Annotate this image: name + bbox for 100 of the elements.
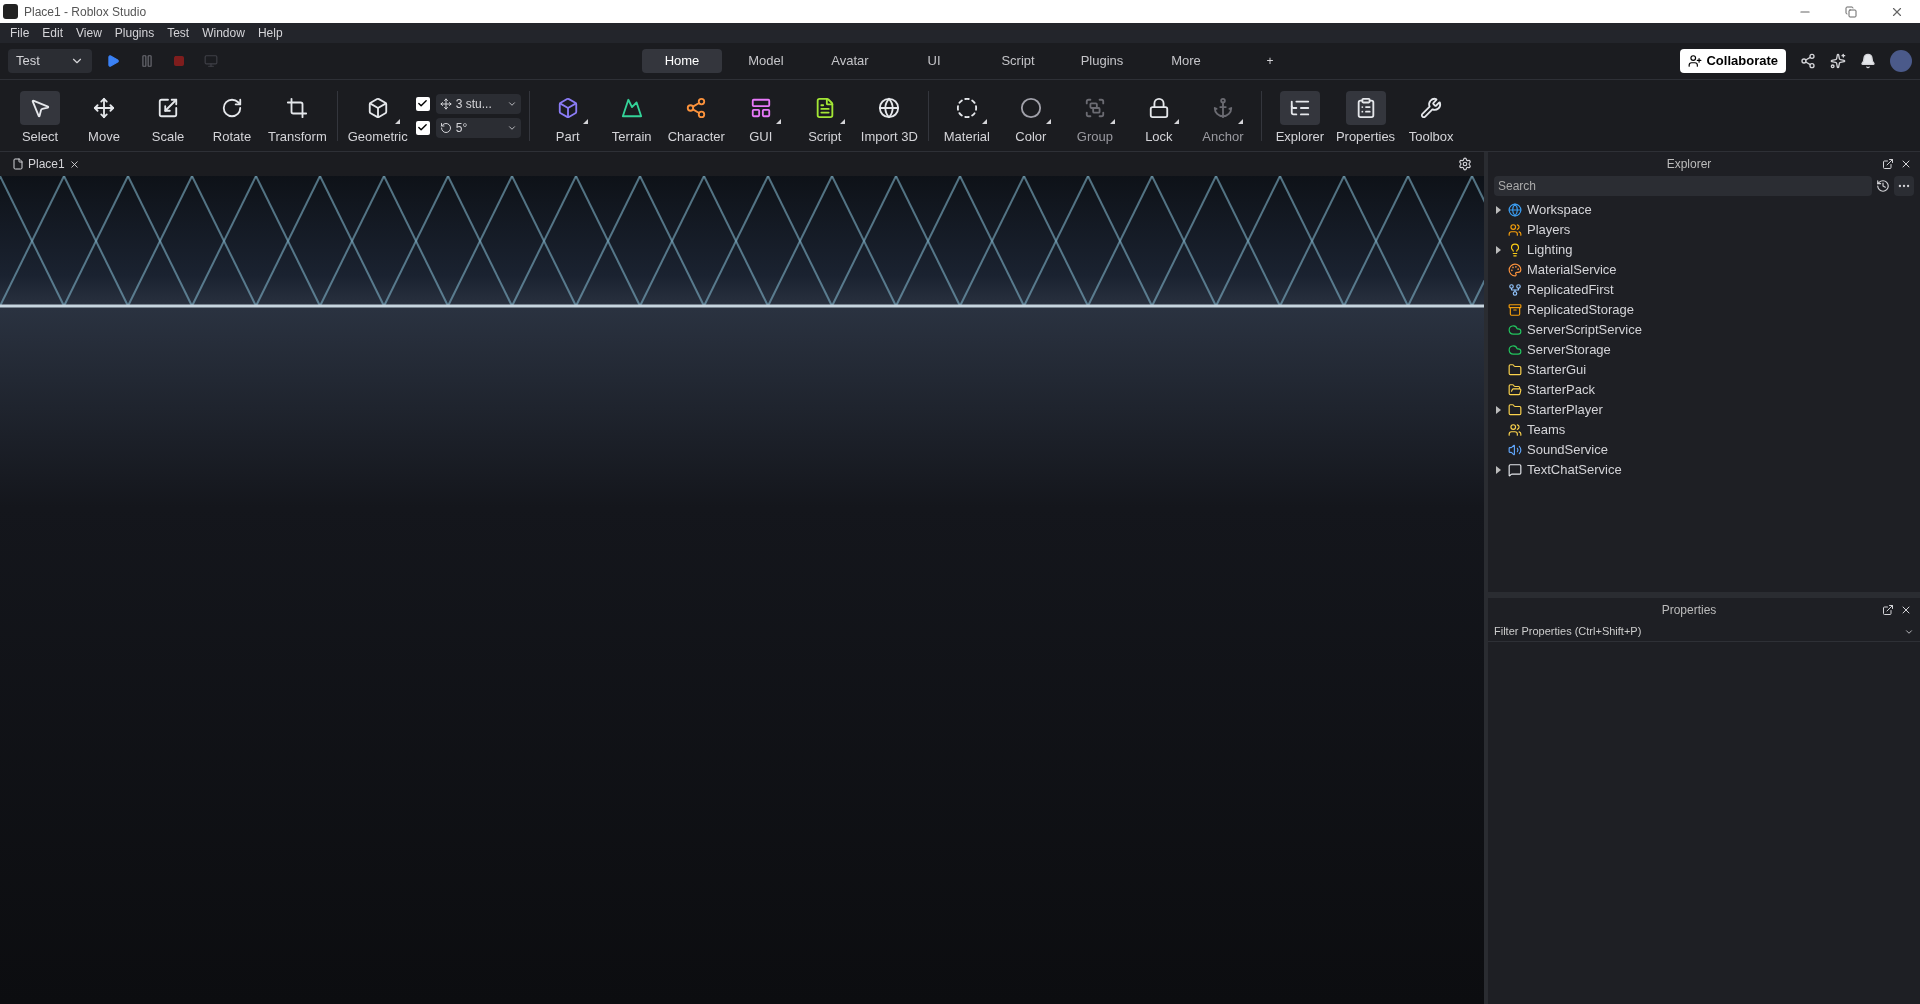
ribbon-tool[interactable]: Move — [74, 84, 134, 147]
cloud-icon — [1508, 343, 1522, 357]
expand-arrow-icon[interactable] — [1496, 406, 1501, 414]
archive-icon — [1508, 303, 1522, 317]
app-logo-icon — [3, 4, 18, 19]
add-tab-button[interactable]: + — [1260, 49, 1280, 73]
menu-item[interactable]: View — [70, 24, 108, 42]
ribbon-tool[interactable]: Lock — [1128, 84, 1189, 147]
expand-arrow-icon[interactable] — [1496, 206, 1501, 214]
rotate-icon — [439, 121, 452, 134]
ribbon-tab[interactable]: Script — [978, 49, 1058, 73]
ribbon-tab[interactable]: Avatar — [810, 49, 890, 73]
dashed-circle-icon — [955, 96, 978, 119]
panel-title: Explorer — [1665, 156, 1713, 173]
fork-icon — [1508, 283, 1522, 297]
menu-corner-icon — [981, 118, 987, 124]
rotate-icon — [221, 96, 243, 119]
avatar[interactable] — [1890, 50, 1912, 72]
ribbon-tool[interactable]: Toolbox — [1401, 84, 1462, 147]
expand-arrow-icon[interactable] — [1496, 246, 1501, 254]
ribbon-tool[interactable]: Explorer — [1269, 84, 1330, 147]
ribbon-tab[interactable]: UI — [894, 49, 974, 73]
ribbon-tool[interactable]: Color — [1000, 84, 1061, 147]
ribbon-tab[interactable]: More — [1146, 49, 1226, 73]
close-icon[interactable] — [1900, 158, 1912, 170]
ribbon-tab[interactable]: Plugins — [1062, 49, 1142, 73]
tree-item[interactable]: ReplicatedStorage — [1527, 300, 1634, 320]
menu-item[interactable]: Window — [196, 24, 251, 42]
menu-corner-icon — [582, 118, 588, 124]
expand-arrow-icon[interactable] — [1496, 466, 1501, 474]
settings-icon[interactable] — [1458, 157, 1472, 171]
sparkle-icon[interactable] — [1830, 53, 1846, 69]
add-user-icon — [1688, 54, 1703, 68]
globe-icon — [1508, 203, 1522, 217]
ribbon-tool[interactable]: Transform — [266, 84, 329, 147]
tree-item[interactable]: ServerScriptService — [1527, 320, 1642, 340]
ribbon-tool[interactable]: Character — [665, 84, 727, 147]
folder-icon — [1508, 403, 1522, 417]
tree-item[interactable]: SoundService — [1527, 440, 1608, 460]
ribbon-tool[interactable]: Part — [537, 84, 598, 147]
mode-dropdown[interactable]: Test — [8, 49, 92, 73]
menu-corner-icon — [1109, 118, 1115, 124]
collaborate-button[interactable]: Collaborate — [1680, 49, 1786, 73]
snap-checkbox[interactable] — [415, 96, 430, 111]
close-icon[interactable] — [1900, 604, 1912, 616]
menu-item[interactable]: Edit — [36, 24, 70, 42]
restore-icon[interactable] — [1845, 5, 1857, 18]
document-tab[interactable]: Place1 — [12, 155, 80, 173]
tree-item[interactable]: Players — [1527, 220, 1571, 240]
ribbon-tool[interactable]: Scale — [138, 84, 198, 147]
tree-item[interactable]: StarterGui — [1527, 360, 1587, 380]
menu-item[interactable]: Help — [251, 24, 289, 42]
ribbon-tool[interactable]: Properties — [1333, 84, 1398, 147]
ribbon-tool[interactable]: Import 3D — [858, 84, 920, 147]
tree-item[interactable]: TextChatService — [1527, 460, 1622, 480]
tree-item[interactable]: ReplicatedFirst — [1527, 280, 1614, 300]
transform-icon — [286, 96, 309, 119]
ribbon-tool[interactable]: GUI — [730, 84, 791, 147]
window-title: Place1 - Roblox Studio — [24, 3, 147, 21]
ribbon-tab[interactable]: Home — [642, 49, 722, 73]
snap-checkbox[interactable] — [415, 120, 430, 135]
search-field[interactable]: Search — [1494, 176, 1872, 196]
menu-item[interactable]: File — [4, 24, 36, 42]
tree-item[interactable]: Workspace — [1527, 200, 1592, 220]
speaker-icon — [1508, 443, 1522, 457]
menu-item[interactable]: Test — [161, 24, 196, 42]
menu-corner-icon — [394, 118, 400, 124]
ribbon-tool[interactable]: Select — [10, 84, 70, 147]
share-icon[interactable] — [1800, 53, 1816, 69]
history-icon[interactable] — [1876, 179, 1890, 193]
cube-icon — [366, 96, 389, 119]
undock-icon[interactable] — [1882, 604, 1894, 616]
undock-icon[interactable] — [1882, 158, 1894, 170]
filter-field[interactable]: Filter Properties (Ctrl+Shift+P) — [1494, 623, 1904, 640]
ribbon-tool[interactable]: Geometric — [345, 84, 410, 147]
menu-item[interactable]: Plugins — [108, 24, 161, 42]
notifications-icon[interactable] — [1860, 53, 1876, 69]
close-icon[interactable] — [68, 158, 80, 170]
snap-field[interactable]: 3 stu... — [435, 93, 521, 114]
tree-item[interactable]: Lighting — [1527, 240, 1573, 260]
tree-item[interactable]: MaterialService — [1527, 260, 1617, 280]
move-arrows-icon — [93, 96, 115, 119]
play-icon[interactable] — [106, 54, 120, 68]
tree-item[interactable]: StarterPlayer — [1527, 400, 1603, 420]
chat-icon — [1508, 463, 1522, 477]
ribbon-tool[interactable]: Rotate — [202, 84, 262, 147]
cloud-icon — [1508, 323, 1522, 337]
snap-field[interactable]: 5° — [435, 117, 521, 138]
tree-item[interactable]: ServerStorage — [1527, 340, 1611, 360]
nodes-icon — [685, 96, 708, 119]
ribbon-tab[interactable]: Model — [726, 49, 806, 73]
ribbon-tool[interactable]: Script — [794, 84, 855, 147]
ribbon-tool[interactable]: Material — [936, 84, 997, 147]
pause-icon[interactable] — [140, 54, 154, 68]
ribbon-tool[interactable]: Terrain — [601, 84, 662, 147]
tree-item[interactable]: StarterPack — [1527, 380, 1595, 400]
people-icon — [1508, 223, 1522, 237]
document-tab-label: Place1 — [28, 156, 65, 173]
scale-icon — [157, 96, 179, 119]
tree-item[interactable]: Teams — [1527, 420, 1566, 440]
